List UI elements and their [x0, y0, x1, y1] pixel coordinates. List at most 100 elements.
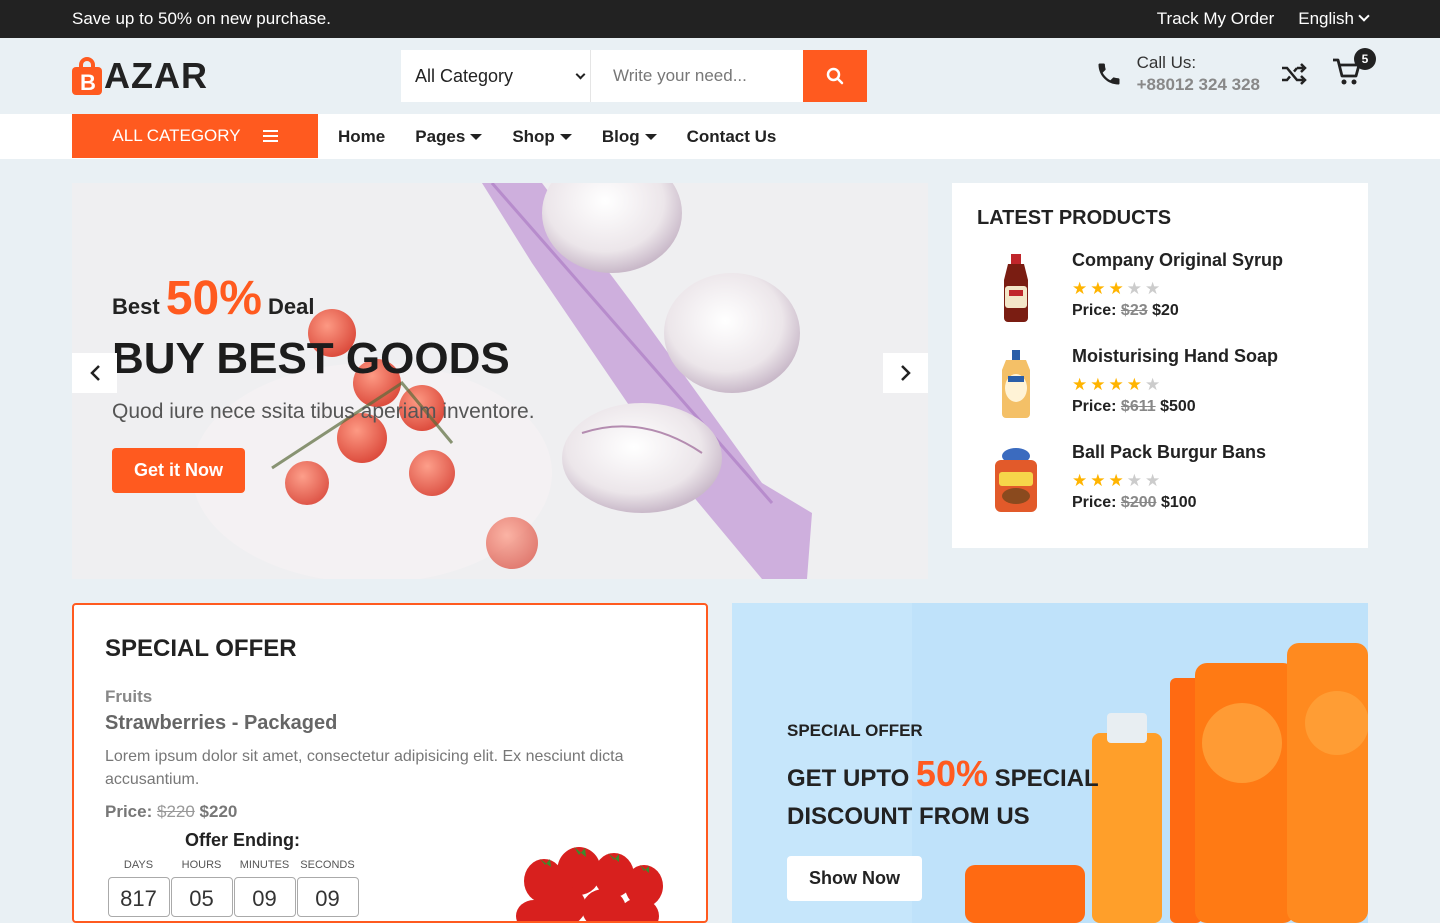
promo-text: Save up to 50% on new purchase. — [72, 9, 331, 28]
star-icon: ★ — [1090, 279, 1109, 298]
call-us[interactable]: Call Us: +88012 324 328 — [1095, 52, 1260, 96]
main-nav: ALL CATEGORY Home Pages Shop Blog Contact Us — [0, 114, 1440, 159]
banner-line1-suffix: SPECIAL — [994, 765, 1099, 792]
star-icon: ★ — [1108, 375, 1127, 394]
slider-prev-button[interactable] — [72, 353, 117, 393]
logo[interactable]: B AZAR — [72, 55, 208, 97]
slider-next-button[interactable] — [883, 353, 928, 393]
special-offer-card: SPECIAL OFFER Fruits Strawberries - Pack… — [72, 603, 708, 923]
star-icon: ★ — [1126, 279, 1145, 298]
special-offer-product[interactable]: Strawberries - Packaged — [105, 712, 675, 735]
countdown-value: 09 — [233, 877, 296, 917]
latest-product-item[interactable]: Company Original Syrup ★★★★★ Price: $23 $2… — [977, 250, 1343, 326]
latest-products: LATEST PRODUCTS Company Original Syrup ★★… — [952, 183, 1368, 548]
caret-down-icon — [644, 134, 657, 141]
nav-link-label: Blog — [601, 126, 640, 146]
category-select-value: All Category — [415, 65, 514, 86]
header: B AZAR All Category Write your need... C… — [0, 38, 1440, 114]
nav-link-blog[interactable]: Blog — [602, 127, 657, 147]
hero-deal-percent: 50% — [165, 272, 262, 325]
category-select[interactable]: All Category — [401, 50, 591, 102]
old-price: $23 — [1120, 302, 1148, 319]
chevron-down-icon — [575, 69, 586, 79]
nav-link-label: Shop — [512, 126, 555, 146]
countdown-seconds: SECONDS 09 — [296, 859, 359, 917]
top-bar: Save up to 50% on new purchase. Track My… — [0, 0, 1440, 38]
search-input[interactable]: Write your need... — [591, 50, 803, 102]
shuffle-compare-icon[interactable] — [1280, 62, 1308, 86]
search-placeholder: Write your need... — [613, 66, 747, 85]
banner-line2: DISCOUNT FROM US — [787, 803, 1030, 830]
special-offer-description: Lorem ipsum dolor sit amet, consectetur … — [105, 748, 624, 788]
current-price: $100 — [1160, 494, 1197, 511]
star-icon: ★ — [1090, 375, 1109, 394]
current-price: $20 — [1152, 302, 1179, 319]
show-now-button[interactable]: Show Now — [787, 856, 922, 901]
hero-deal-prefix: Best — [112, 294, 160, 319]
star-icon: ★ — [1072, 279, 1091, 298]
current-price: $500 — [1160, 398, 1196, 415]
product-name[interactable]: Ball Pack Burgur Bans — [1072, 442, 1266, 463]
countdown-days: DAYS 817 — [107, 859, 170, 917]
product-thumbnail[interactable] — [977, 346, 1055, 422]
old-price: $611 — [1120, 398, 1156, 415]
countdown-value: 05 — [170, 877, 233, 917]
cart-button[interactable]: 5 — [1332, 47, 1376, 91]
product-price: Price: $200 $100 — [1072, 494, 1266, 512]
latest-product-item[interactable]: Moisturising Hand Soap ★★★★★ Price: $611 $… — [977, 346, 1343, 422]
star-rating: ★★★★★ — [1072, 375, 1278, 395]
search-bar: All Category Write your need... — [401, 50, 867, 102]
product-name[interactable]: Moisturising Hand Soap — [1072, 346, 1278, 367]
search-icon — [826, 67, 844, 85]
star-icon: ★ — [1145, 471, 1164, 490]
hero-title: BUY BEST GOODS — [112, 334, 510, 383]
chevron-down-icon — [1358, 10, 1370, 22]
product-name[interactable]: Company Original Syrup — [1072, 250, 1283, 271]
price-label: Price: — [105, 802, 153, 821]
star-rating: ★★★★★ — [1072, 279, 1283, 299]
nav-link-label: Pages — [415, 126, 466, 146]
nav-link-home[interactable]: Home — [338, 127, 385, 147]
star-icon: ★ — [1072, 471, 1091, 490]
old-price: $220 — [156, 802, 195, 821]
countdown-label: HOURS — [181, 859, 222, 871]
star-icon: ★ — [1126, 471, 1145, 490]
call-label: Call Us: — [1136, 53, 1197, 72]
get-it-now-button[interactable]: Get it Now — [112, 448, 245, 493]
product-thumbnail[interactable] — [977, 250, 1055, 326]
price-label: Price: — [1072, 398, 1117, 415]
banner-label: SPECIAL OFFER — [787, 721, 923, 740]
shopping-bag-icon: B — [72, 57, 102, 95]
product-price: Price: $611 $500 — [1072, 398, 1278, 416]
logo-letter: B — [80, 70, 97, 95]
star-icon: ★ — [1090, 471, 1109, 490]
banner-percent: 50% — [915, 753, 988, 794]
all-category-button[interactable]: ALL CATEGORY — [72, 114, 318, 158]
hero-subtitle: Quod iure nece ssita tibus aperiam inven… — [112, 400, 535, 423]
phone-icon — [1098, 63, 1120, 85]
nav-link-contact-us[interactable]: Contact Us — [687, 127, 777, 147]
price-label: Price: — [1072, 302, 1117, 319]
strawberries-image — [516, 847, 663, 921]
current-price: $220 — [199, 802, 238, 821]
countdown-label: SECONDS — [300, 859, 355, 871]
price-label: Price: — [1072, 494, 1117, 511]
latest-product-item[interactable]: Ball Pack Burgur Bans ★★★★★ Price: $200 $1… — [977, 442, 1343, 518]
call-number: +88012 324 328 — [1136, 75, 1260, 94]
banner-headline: GET UPTO 50% SPECIAL DISCOUNT FROM US — [787, 755, 1099, 836]
cart-count-badge: 5 — [1354, 47, 1376, 70]
track-order-link[interactable]: Track My Order — [1157, 9, 1274, 29]
search-button[interactable] — [803, 50, 867, 102]
product-thumbnail[interactable] — [977, 442, 1055, 518]
nav-link-shop[interactable]: Shop — [512, 127, 572, 147]
nav-link-pages[interactable]: Pages — [415, 126, 483, 147]
countdown-hours: HOURS 05 — [170, 859, 233, 917]
hero-deal-suffix: Deal — [268, 294, 315, 319]
special-offer-price: Price: $220 $220 — [105, 802, 675, 822]
countdown-value: 817 — [107, 877, 170, 917]
countdown-value: 09 — [296, 877, 359, 917]
nav-links: Home Pages Shop Blog Contact Us — [338, 127, 776, 147]
star-icon: ★ — [1126, 375, 1145, 394]
language-selector[interactable]: English — [1298, 9, 1370, 29]
caret-down-icon — [470, 134, 483, 141]
